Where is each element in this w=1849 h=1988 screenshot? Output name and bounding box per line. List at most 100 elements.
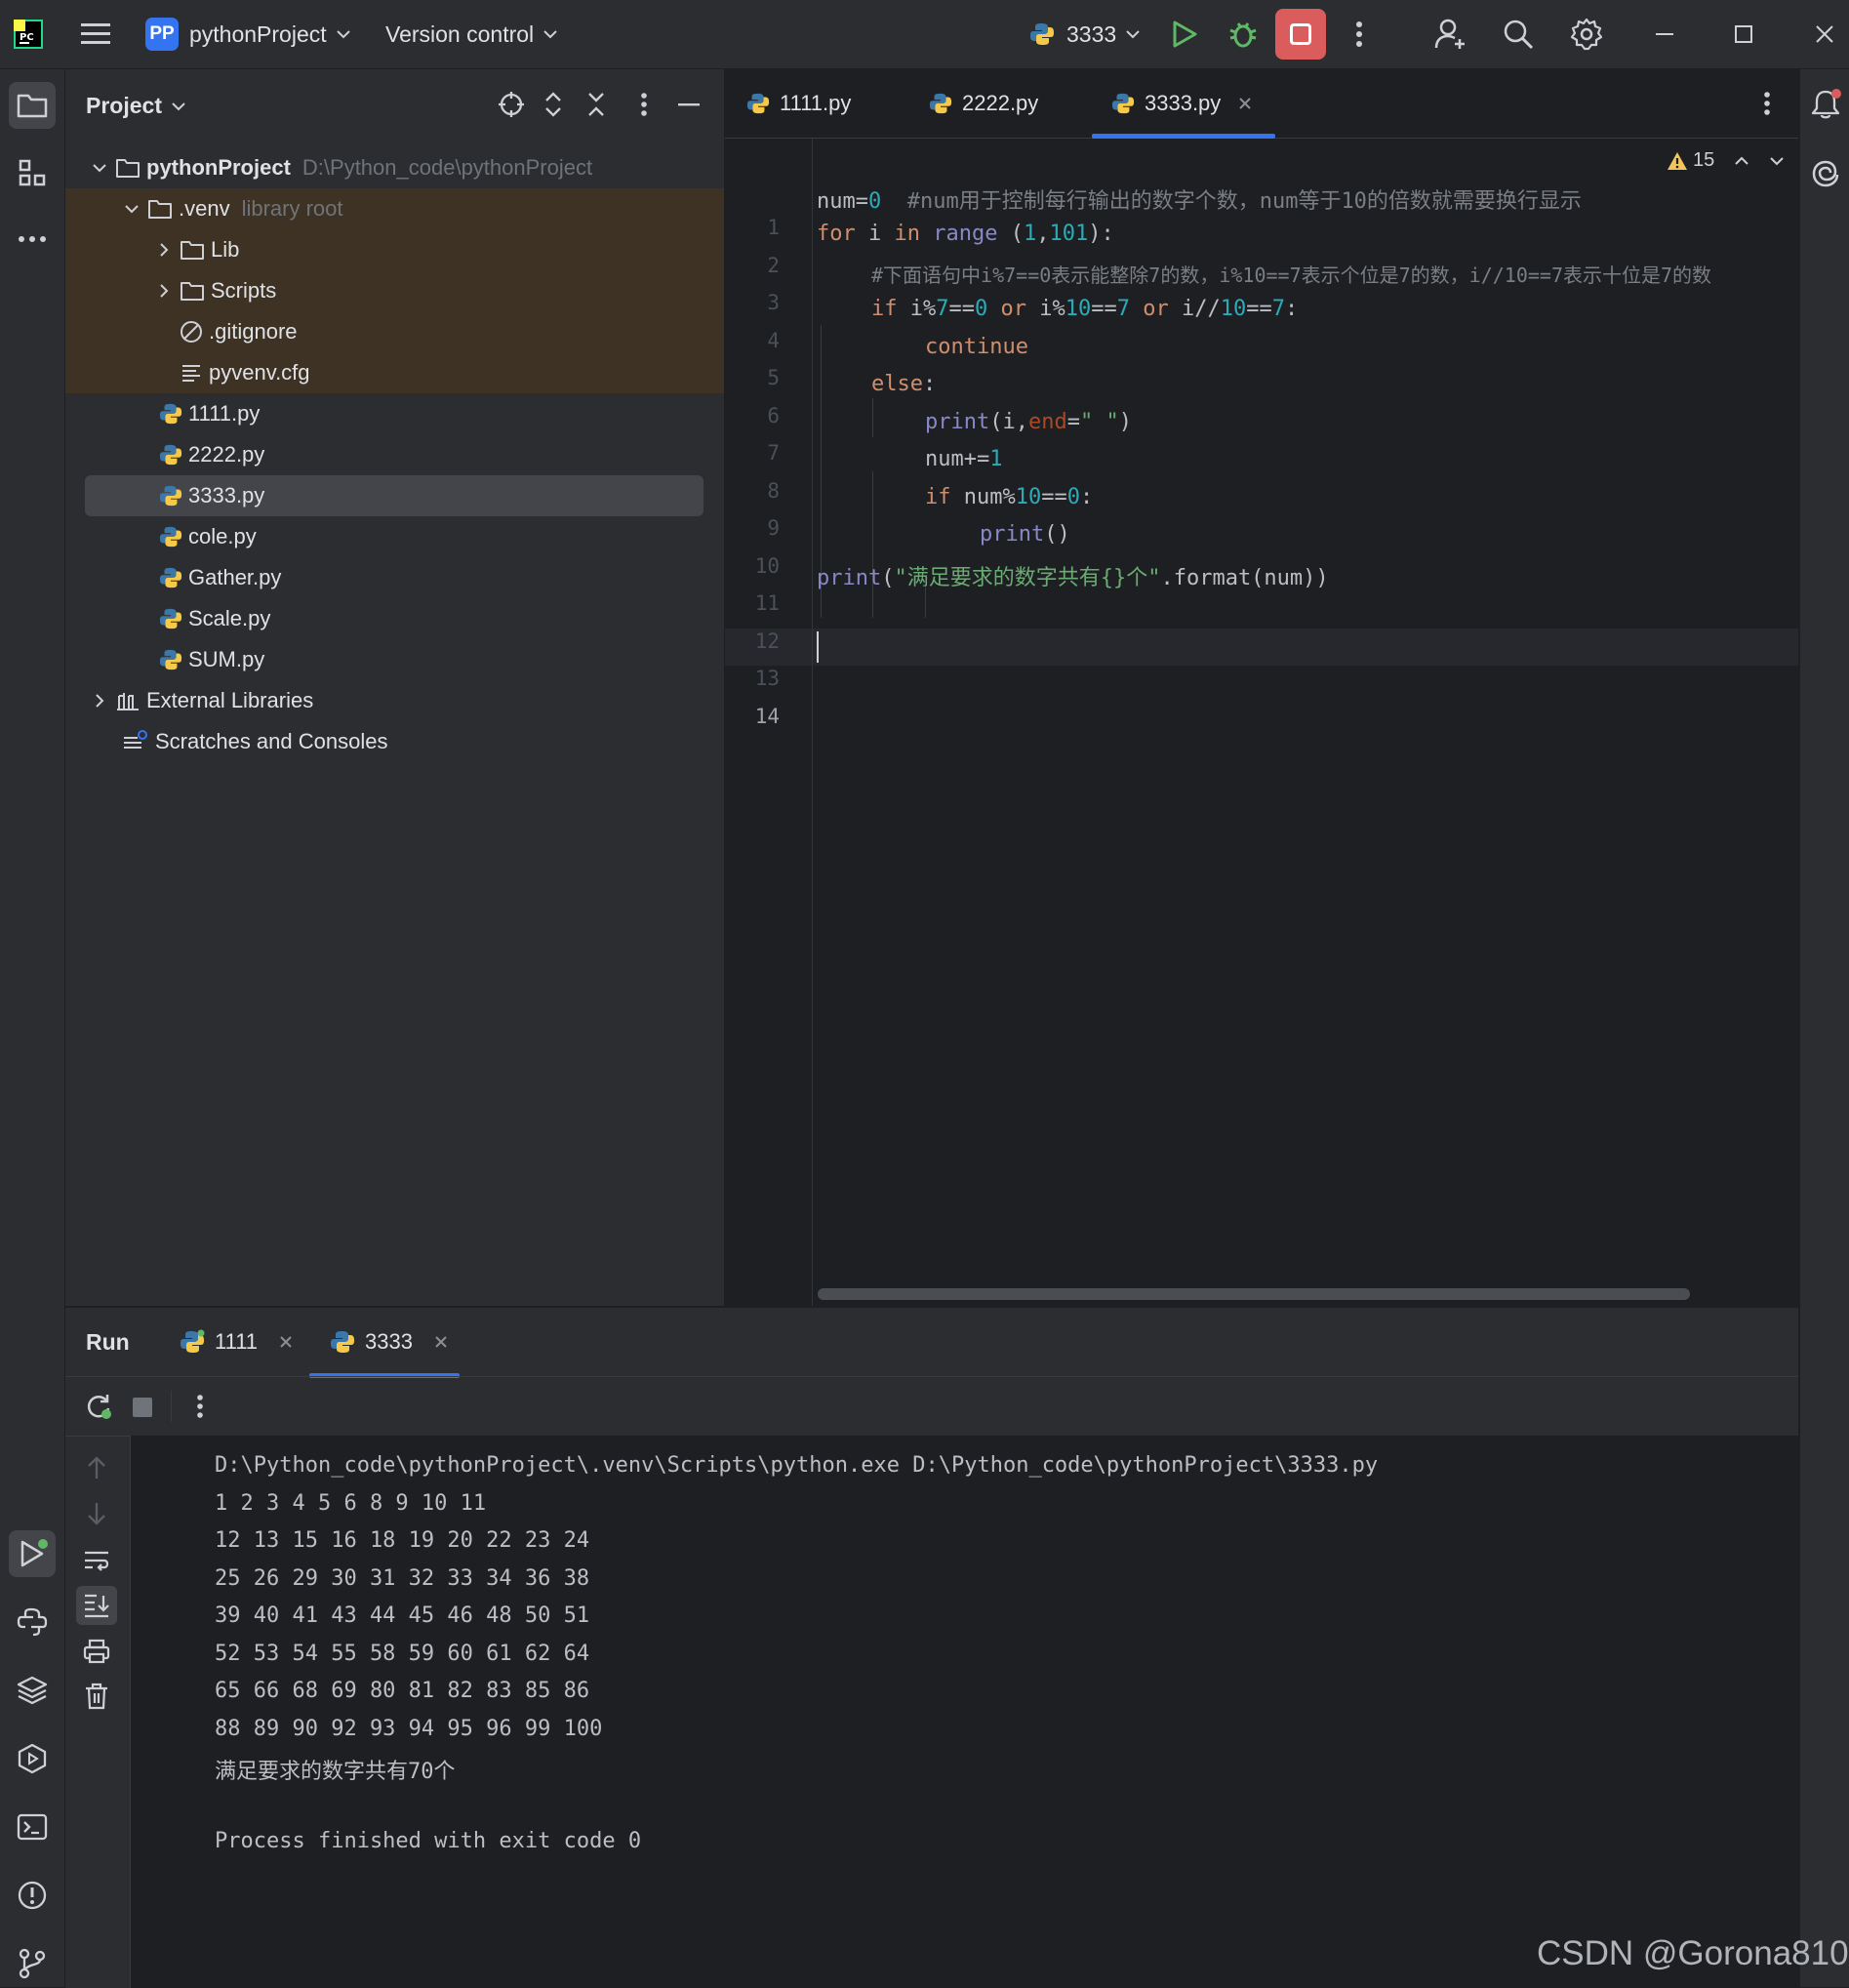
folder-icon [181, 241, 204, 260]
code-line-3[interactable]: for i in range (1,101): [817, 222, 1114, 246]
tree-item-file-2222[interactable]: 2222.py [65, 434, 724, 475]
inspection-widget[interactable]: 15 [1667, 149, 1785, 172]
tree-item-file-cole[interactable]: cole.py [65, 516, 724, 557]
code-with-me-button[interactable] [1434, 0, 1467, 68]
code-line-6[interactable]: continue [925, 335, 1028, 359]
scroll-down-button[interactable] [86, 1501, 107, 1526]
stop-icon [133, 1398, 152, 1417]
run-button[interactable] [1171, 0, 1198, 68]
scratches-icon [124, 730, 147, 749]
tree-item-file-gather[interactable]: Gather.py [65, 557, 724, 598]
tree-item-gitignore[interactable]: .gitignore [65, 311, 724, 352]
services-button[interactable] [9, 1735, 56, 1782]
run-tool-button[interactable] [9, 1530, 56, 1577]
search-button[interactable] [1503, 0, 1534, 68]
tree-item-file-3333-selected[interactable]: 3333.py [85, 475, 703, 516]
collapse-all-button[interactable] [586, 91, 606, 118]
python-file-icon [1111, 93, 1135, 114]
close-tab-icon[interactable] [434, 1335, 448, 1349]
expand-all-button[interactable] [543, 91, 563, 118]
close-window-button[interactable] [1815, 0, 1834, 68]
minimize-button[interactable] [1656, 0, 1673, 68]
tab-1111-py[interactable]: 1111.py [746, 69, 851, 138]
horizontal-scrollbar[interactable] [818, 1288, 1690, 1300]
chevron-down-icon [125, 205, 139, 214]
code-line-9[interactable]: num+=1 [925, 447, 1002, 471]
locate-file-button[interactable] [498, 91, 525, 118]
more-actions-button[interactable] [1355, 0, 1363, 68]
code-line-10[interactable]: if num%10==0: [925, 485, 1093, 509]
current-line-highlight [725, 629, 1798, 666]
console-output[interactable]: D:\Python_code\pythonProject\.venv\Scrip… [131, 1436, 1798, 1988]
close-tab-icon[interactable] [279, 1335, 293, 1349]
code-line-7[interactable]: else: [871, 372, 936, 396]
tree-item-scripts[interactable]: Scripts [65, 270, 724, 311]
run-config-selector[interactable]: 3333 [1029, 0, 1140, 68]
code-line-2[interactable]: num=0 #num用于控制每行输出的数字个数，num等于10的倍数就需要换行显… [817, 183, 1582, 215]
project-switcher[interactable]: PP pythonProject [145, 0, 350, 68]
line-number: 12 [754, 629, 780, 653]
project-view-selector[interactable]: Project [86, 93, 185, 119]
notifications-button[interactable] [1802, 81, 1849, 128]
git-button[interactable] [9, 1940, 56, 1987]
code-line-5[interactable]: if i%7==0 or i%10==7 or i//10==7: [871, 297, 1298, 321]
run-tab-1111[interactable]: 1111 [180, 1308, 293, 1376]
line-number: 4 [767, 329, 780, 352]
tab-3333-py-active[interactable]: 3333.py [1111, 69, 1252, 138]
tree-item-scratches[interactable]: Scratches and Consoles [65, 721, 724, 762]
debug-button[interactable] [1227, 0, 1259, 68]
scroll-up-button[interactable] [86, 1455, 107, 1481]
search-icon [1504, 20, 1534, 50]
line-number-current: 14 [754, 705, 780, 728]
vcs-menu[interactable]: Version control [385, 0, 557, 68]
line-number-gutter: 1 2 3 4 5 6 7 8 9 10 11 12 13 14 [725, 139, 813, 1306]
chevron-right-icon [160, 243, 169, 257]
terminal-button[interactable] [9, 1804, 56, 1850]
clear-all-button[interactable] [84, 1683, 109, 1710]
close-tab-icon[interactable] [1238, 97, 1252, 110]
python-packages-button[interactable] [9, 1667, 56, 1714]
main-menu-button[interactable] [80, 0, 111, 68]
tree-item-project-root[interactable]: pythonProject D:\Python_code\pythonProje… [65, 147, 724, 188]
code-line-11[interactable]: print() [980, 522, 1070, 547]
print-button[interactable] [83, 1639, 110, 1664]
tree-item-label: Scale.py [188, 606, 271, 630]
run-tool-icon [20, 1539, 48, 1567]
settings-button[interactable] [1570, 0, 1603, 68]
tree-item-file-1111[interactable]: 1111.py [65, 393, 724, 434]
code-line-4-comment[interactable]: #下面语句中i%7==0表示能整除7的数，i%10==7表示个位是7的数，i//… [871, 260, 1798, 288]
tab-options-button[interactable] [1763, 90, 1771, 117]
tree-item-lib[interactable]: Lib [65, 229, 724, 270]
rerun-button[interactable] [85, 1393, 112, 1420]
minimize-icon [678, 103, 700, 106]
chevron-right-icon [160, 284, 169, 298]
python-console-icon [17, 1607, 48, 1637]
tree-item-hint: library root [241, 196, 343, 221]
pycharm-logo[interactable]: PC [14, 0, 43, 68]
structure-tool-button[interactable] [9, 149, 56, 196]
tree-item-pyvenv-cfg[interactable]: pyvenv.cfg [65, 352, 724, 393]
ai-assistant-button[interactable] [1802, 149, 1849, 196]
maximize-button[interactable] [1735, 0, 1752, 68]
code-line-8[interactable]: print(i,end=" ") [925, 410, 1132, 434]
python-file-icon [159, 567, 182, 588]
tree-item-file-scale[interactable]: Scale.py [65, 598, 724, 639]
problems-button[interactable] [9, 1872, 56, 1919]
hide-panel-button[interactable] [678, 102, 700, 106]
python-console-button[interactable] [9, 1599, 56, 1645]
tree-item-venv[interactable]: .venv library root [65, 188, 724, 229]
run-tab-3333-active[interactable]: 3333 [330, 1308, 448, 1376]
tree-item-external-libraries[interactable]: External Libraries [65, 680, 724, 721]
more-tools-button[interactable] [9, 216, 56, 263]
tree-item-label: Lib [211, 237, 240, 262]
tab-2222-py[interactable]: 2222.py [929, 69, 1038, 138]
stop-run-button[interactable] [132, 1397, 153, 1418]
stop-button[interactable] [1275, 9, 1326, 60]
code-line-12[interactable]: print("满足要求的数字共有{}个".format(num)) [817, 560, 1329, 591]
soft-wrap-button[interactable] [83, 1549, 110, 1572]
project-options-button[interactable] [640, 91, 648, 118]
run-options-button[interactable] [196, 1393, 204, 1420]
project-tool-button[interactable] [9, 82, 56, 129]
scroll-to-end-button[interactable] [76, 1586, 117, 1625]
tree-item-file-sum[interactable]: SUM.py [65, 639, 724, 680]
